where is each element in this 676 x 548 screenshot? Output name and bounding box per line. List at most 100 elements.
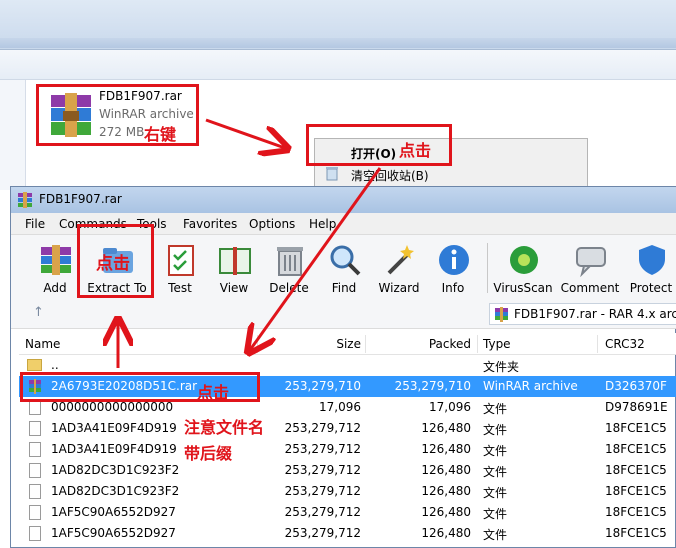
table-row[interactable]: 1AF5C90A6552D927 253,279,712 126,480 文件 … xyxy=(19,502,676,523)
row-type: 文件 xyxy=(483,465,508,479)
row-size: 253,279,712 xyxy=(284,505,361,519)
open-highlight-box: 点击 xyxy=(306,124,452,166)
row-name: 1AD3A41E09F4D919 xyxy=(51,421,177,435)
delete-button[interactable]: Delete xyxy=(263,239,315,297)
column-packed[interactable]: Packed xyxy=(369,337,471,351)
up-arrow-icon[interactable]: ↑ xyxy=(33,305,44,320)
table-row[interactable]: 1AD82DC3D1C923F2 253,279,712 126,480 文件 … xyxy=(19,460,676,481)
row-crc: D326370F xyxy=(605,379,667,393)
file-icon xyxy=(29,505,41,520)
virusscan-button[interactable]: VirusScan xyxy=(493,239,553,297)
row-name: 1AD3A41E09F4D919 xyxy=(51,442,177,456)
column-crc32[interactable]: CRC32 xyxy=(605,337,645,351)
column-name[interactable]: Name xyxy=(25,337,60,351)
row-packed: 126,480 xyxy=(421,526,471,540)
annotation-right-click: 右键 xyxy=(144,125,177,144)
rar-file-item[interactable]: FDB1F907.rar WinRAR archive 272 MB 右键 xyxy=(36,84,199,146)
row-name: .. xyxy=(51,358,59,372)
toolbar-separator xyxy=(487,243,488,293)
table-row[interactable]: 1AD3A41E09F4D919 253,279,712 126,480 文件 … xyxy=(19,439,676,460)
file-icon xyxy=(29,400,41,415)
comment-icon xyxy=(576,247,606,277)
row-crc: D978691E xyxy=(605,400,668,414)
file-icon xyxy=(29,526,41,541)
file-icon xyxy=(29,442,41,457)
row-packed: 126,480 xyxy=(421,442,471,456)
test-button[interactable]: Test xyxy=(154,239,206,297)
row-size: 253,279,712 xyxy=(284,526,361,540)
column-separator xyxy=(477,335,478,353)
row-packed: 126,480 xyxy=(421,421,471,435)
row-packed: 126,480 xyxy=(421,484,471,498)
address-bar: ↑ FDB1F907.rar - RAR 4.x arch xyxy=(11,299,676,329)
info-label: Info xyxy=(441,281,465,295)
column-size[interactable]: Size xyxy=(269,337,361,351)
archive-path-dropdown[interactable]: FDB1F907.rar - RAR 4.x arch xyxy=(489,303,676,325)
column-headers: Name Size Packed Type CRC32 xyxy=(19,333,676,355)
file-name: FDB1F907.rar xyxy=(99,89,182,103)
test-icon xyxy=(168,245,194,276)
magnifier-icon xyxy=(330,245,361,276)
selected-row-highlight-box: 点击 xyxy=(20,372,260,402)
menu-options[interactable]: Options xyxy=(249,217,295,231)
folder-up-icon xyxy=(27,359,42,371)
file-icon xyxy=(29,463,41,478)
menu-help[interactable]: Help xyxy=(309,217,336,231)
row-size: 253,279,712 xyxy=(284,442,361,456)
comment-button[interactable]: Comment xyxy=(561,239,619,297)
row-packed: 126,480 xyxy=(421,463,471,477)
row-type: WinRAR archive xyxy=(483,379,578,393)
extract-highlight-box: 点击 xyxy=(77,224,154,298)
window-title: FDB1F907.rar xyxy=(39,192,122,206)
wizard-button[interactable]: Wizard xyxy=(373,239,425,297)
winrar-title-icon xyxy=(18,192,32,208)
shield-icon xyxy=(639,245,665,275)
add-icon xyxy=(41,245,71,275)
row-type: 文件 xyxy=(483,444,508,458)
wizard-wand-icon xyxy=(387,245,414,275)
row-size: 253,279,712 xyxy=(284,463,361,477)
row-name: 1AD82DC3D1C923F2 xyxy=(51,463,180,477)
protect-button[interactable]: Protect xyxy=(625,239,676,297)
explorer-toolbar xyxy=(0,50,676,80)
menu-file[interactable]: File xyxy=(25,217,45,231)
winrar-path-icon xyxy=(495,307,508,322)
file-type: WinRAR archive xyxy=(99,107,194,121)
row-size: 253,279,712 xyxy=(284,484,361,498)
row-name: 0000000000000000 xyxy=(51,400,174,414)
column-separator xyxy=(257,335,258,353)
table-row[interactable]: 1AF5C90A6552D927 253,279,712 126,480 文件 … xyxy=(19,523,676,544)
row-crc: 18FCE1C5 xyxy=(605,421,667,435)
column-type[interactable]: Type xyxy=(483,337,511,351)
row-size: 253,279,710 xyxy=(284,379,361,393)
trash-icon xyxy=(277,247,303,276)
row-packed: 253,279,710 xyxy=(394,379,471,393)
row-crc: 18FCE1C5 xyxy=(605,505,667,519)
explorer-titlebar xyxy=(0,0,676,50)
row-type: 文件 xyxy=(483,423,508,437)
protect-label: Protect xyxy=(629,281,673,295)
row-crc: 18FCE1C5 xyxy=(605,484,667,498)
row-size: 17,096 xyxy=(319,400,361,414)
find-button[interactable]: Find xyxy=(318,239,370,297)
row-type: 文件 xyxy=(483,528,508,542)
file-icon xyxy=(29,484,41,499)
menu-favorites[interactable]: Favorites xyxy=(183,217,237,231)
annotation-click-row: 点击 xyxy=(197,383,230,402)
annotation-click-extract: 点击 xyxy=(96,254,130,274)
column-separator xyxy=(597,335,598,353)
explorer-stripe xyxy=(0,38,676,48)
annotation-click-open: 点击 xyxy=(399,141,432,160)
row-packed: 126,480 xyxy=(421,505,471,519)
view-button[interactable]: View xyxy=(208,239,260,297)
table-row[interactable]: 1AD82DC3D1C923F2 253,279,712 126,480 文件 … xyxy=(19,481,676,502)
recycle-bin-icon xyxy=(326,167,338,181)
explorer-nav-pane xyxy=(0,80,26,190)
add-button[interactable]: Add xyxy=(29,239,81,297)
row-type: 文件夹 xyxy=(483,360,520,374)
row-type: 文件 xyxy=(483,507,508,521)
table-row[interactable]: 1AD3A41E09F4D919 253,279,712 126,480 文件 … xyxy=(19,418,676,439)
file-size: 272 MB xyxy=(99,125,145,139)
menu-item-empty-recycle-bin[interactable]: 清空回收站(B) xyxy=(351,167,429,184)
info-button[interactable]: Info xyxy=(427,239,479,297)
